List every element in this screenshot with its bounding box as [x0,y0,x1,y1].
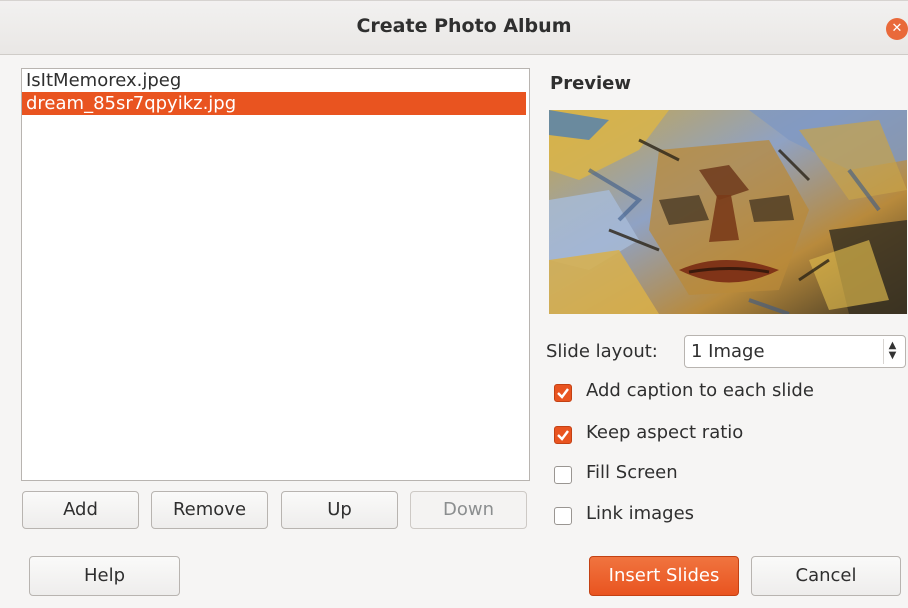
spin-arrows-icon[interactable]: ▲ ▼ [883,339,901,364]
insert-slides-button[interactable]: Insert Slides [589,556,739,596]
add-button[interactable]: Add [22,491,139,529]
slide-layout-select[interactable]: 1 Image ▲ ▼ [684,335,906,368]
file-list-item[interactable]: IsItMemorex.jpeg [22,69,529,92]
keep-aspect-ratio-checkbox[interactable] [554,426,572,444]
image-file-list[interactable]: IsItMemorex.jpeg dream_85sr7qpyikz.jpg [21,68,530,481]
title-bar: Create Photo Album ✕ [0,1,908,55]
link-images-checkbox[interactable] [554,507,572,525]
fill-screen-checkbox[interactable] [554,466,572,484]
dialog-title: Create Photo Album [356,15,572,37]
preview-label: Preview [550,73,632,94]
create-photo-album-dialog: Create Photo Album ✕ IsItMemorex.jpeg dr… [0,0,908,608]
add-caption-checkbox[interactable] [554,384,572,402]
slide-layout-value: 1 Image [691,341,765,362]
close-icon[interactable]: ✕ [886,18,908,40]
file-list-item-selected[interactable]: dream_85sr7qpyikz.jpg [22,92,526,115]
cancel-button[interactable]: Cancel [751,556,901,596]
add-caption-label: Add caption to each slide [586,380,814,401]
fill-screen-label: Fill Screen [586,462,678,483]
preview-image [549,110,907,314]
keep-aspect-ratio-label: Keep aspect ratio [586,422,744,443]
preview-painting [549,110,907,314]
remove-button[interactable]: Remove [151,491,268,529]
up-button[interactable]: Up [281,491,398,529]
down-button[interactable]: Down [410,491,527,529]
help-button[interactable]: Help [29,556,180,596]
link-images-label: Link images [586,503,695,524]
slide-layout-label: Slide layout: [546,341,658,362]
